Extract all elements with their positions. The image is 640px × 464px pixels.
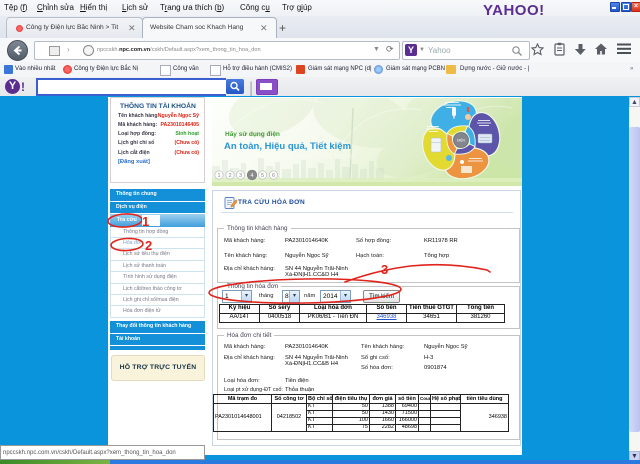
- svg-text:3: 3: [381, 262, 388, 277]
- svg-text:2: 2: [145, 238, 152, 253]
- svg-text:1: 1: [142, 214, 149, 229]
